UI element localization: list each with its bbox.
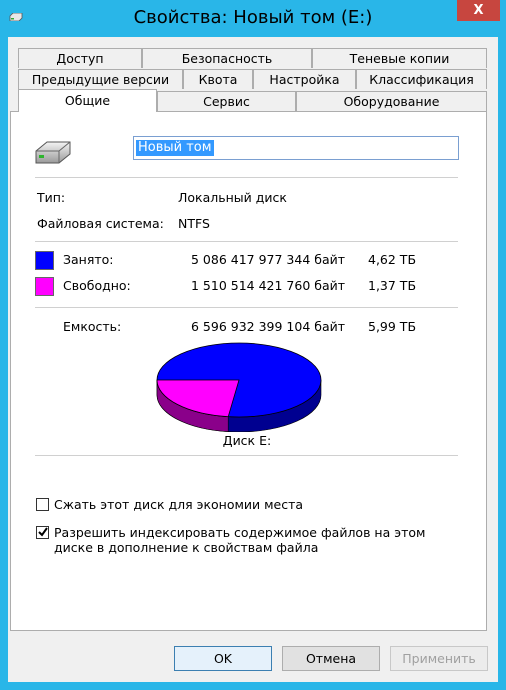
compress-checkbox[interactable]: [36, 498, 49, 511]
compress-label[interactable]: Сжать этот диск для экономии места: [54, 497, 303, 512]
volume-name-text: Новый том: [136, 140, 214, 156]
properties-window: Свойства: Новый том (E:) X Доступ Безопа…: [0, 0, 506, 690]
disk-caption: Диск E:: [222, 433, 272, 448]
checkmark-icon: [38, 527, 48, 537]
type-label: Тип:: [37, 190, 66, 205]
volume-name-input[interactable]: Новый том: [133, 136, 459, 160]
filesystem-value: NTFS: [178, 216, 210, 231]
free-bytes: 1 510 514 421 760 байт: [191, 278, 346, 293]
capacity-size: 5,99 ТБ: [368, 319, 417, 334]
cancel-button[interactable]: Отмена: [282, 646, 380, 671]
capacity-label: Емкость:: [63, 319, 122, 334]
apply-button[interactable]: Применить: [390, 646, 488, 671]
hard-drive-icon: [35, 141, 71, 164]
separator: [35, 241, 458, 242]
index-checkbox[interactable]: [36, 526, 49, 539]
separator: [35, 307, 458, 308]
ok-button[interactable]: OK: [174, 646, 272, 671]
used-bytes: 5 086 417 977 344 байт: [191, 252, 346, 267]
filesystem-label: Файловая система:: [37, 216, 164, 231]
used-color-swatch: [35, 251, 54, 270]
panel-content: Новый том Тип: Локальный диск Файловая с…: [0, 0, 506, 690]
index-label-line1[interactable]: Разрешить индексировать содержимое файло…: [54, 525, 425, 540]
type-value: Локальный диск: [178, 190, 287, 205]
capacity-bytes: 6 596 932 399 104 байт: [191, 319, 346, 334]
used-label: Занято:: [63, 252, 114, 267]
separator: [35, 455, 458, 456]
disk-usage-pie-chart: [156, 342, 322, 432]
separator: [35, 177, 458, 178]
free-label: Свободно:: [63, 278, 131, 293]
used-size: 4,62 ТБ: [368, 252, 417, 267]
index-label-line2[interactable]: диске в дополнение к свойствам файла: [54, 540, 318, 555]
free-size: 1,37 ТБ: [368, 278, 417, 293]
free-color-swatch: [35, 277, 54, 296]
